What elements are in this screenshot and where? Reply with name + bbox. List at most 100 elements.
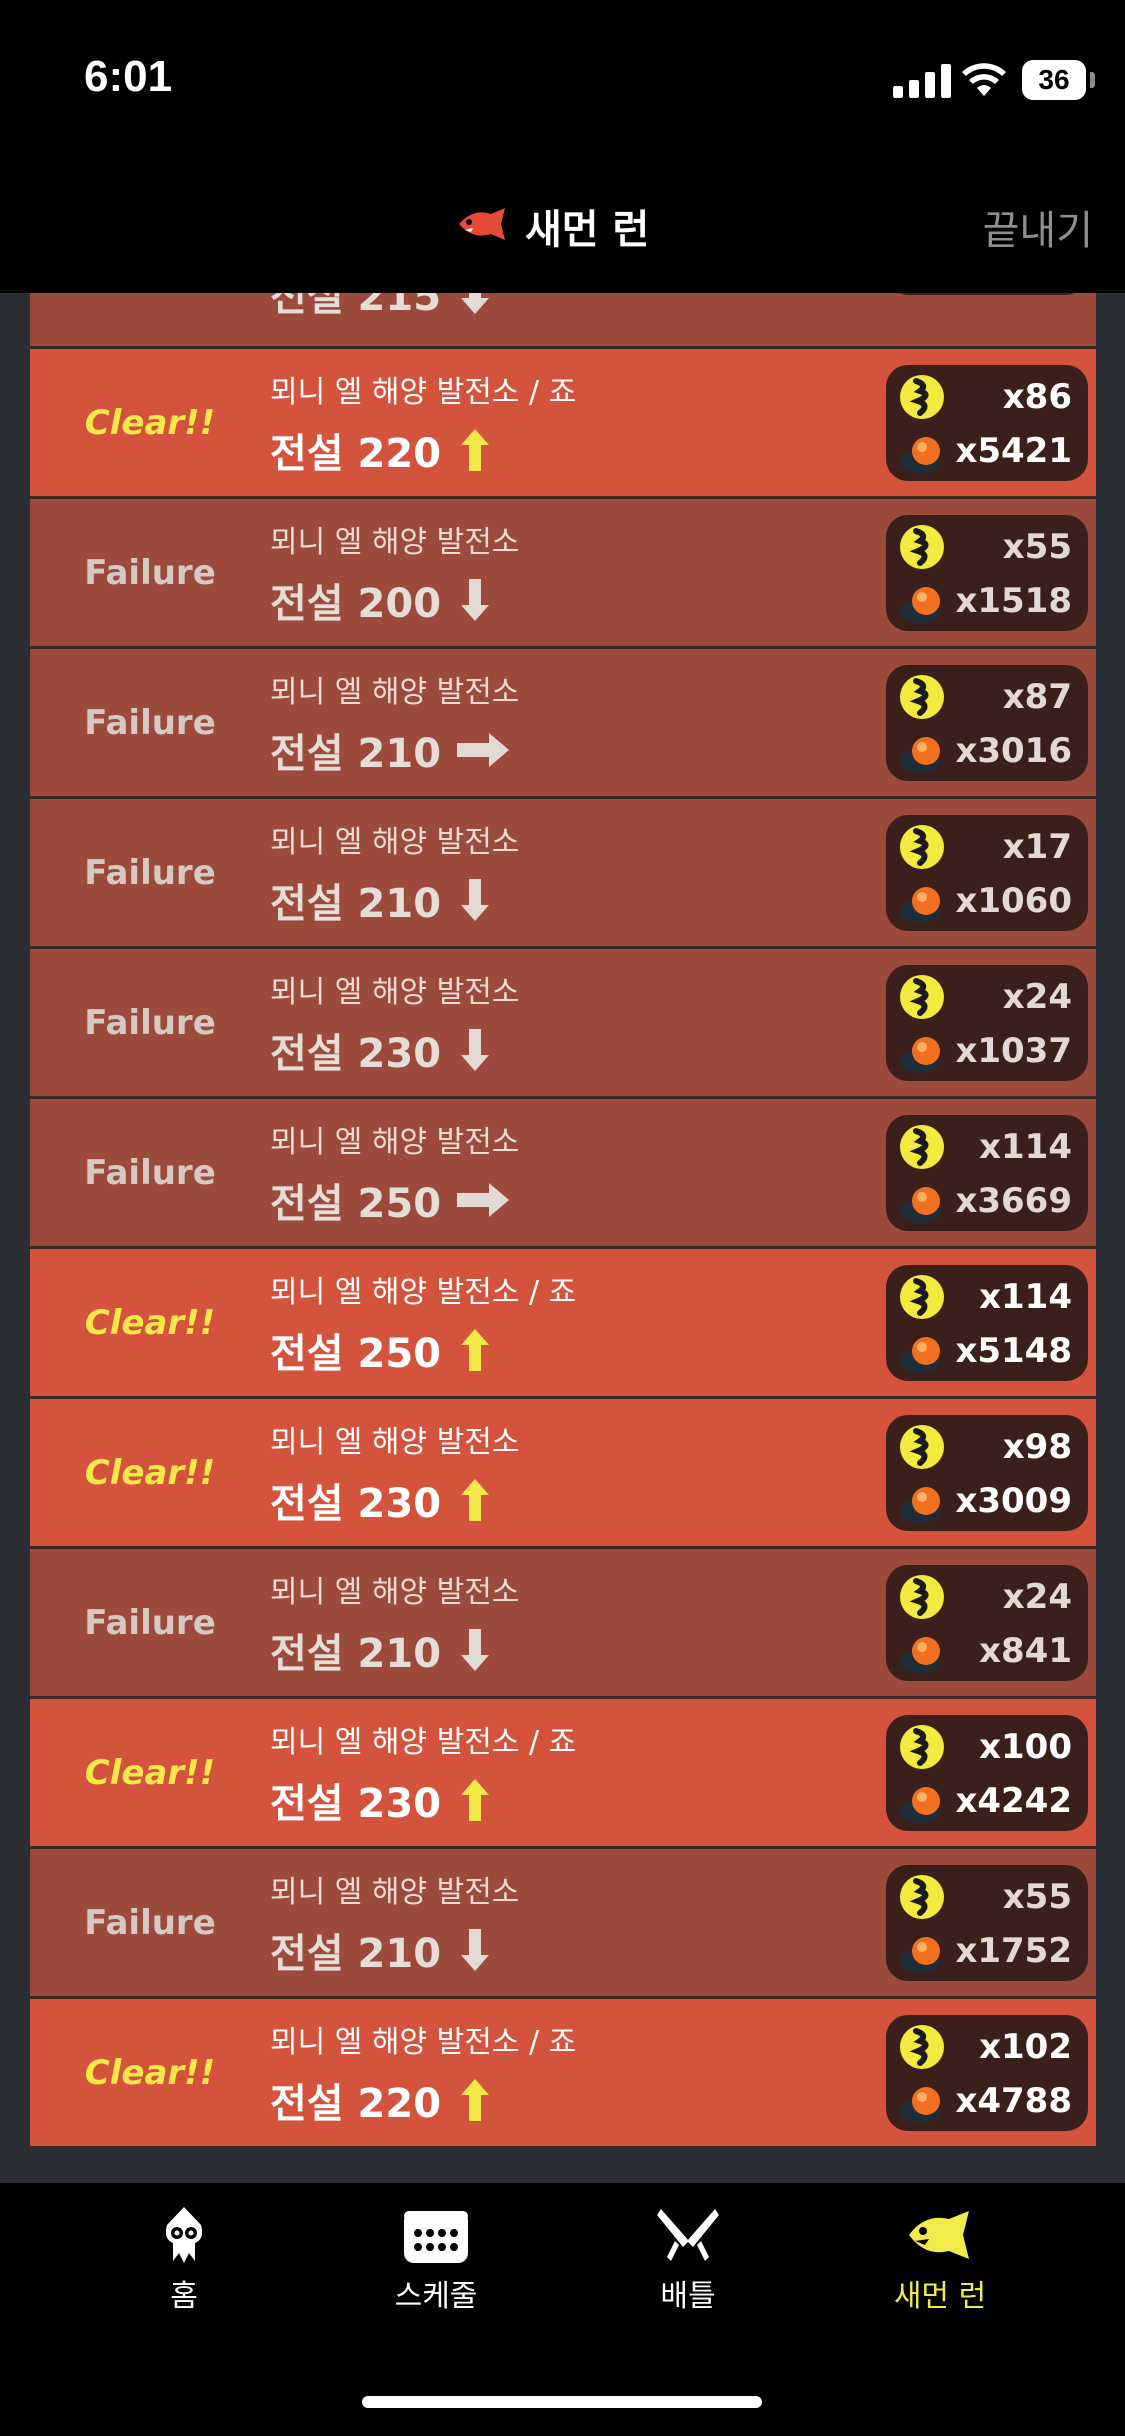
wifi-icon	[960, 58, 1008, 98]
list-item[interactable]: Failure 뫼니 엘 해양 발전소 전설 210 x87 x3016	[30, 649, 1096, 799]
golden-egg-count: x86	[1002, 377, 1072, 417]
home-indicator	[362, 2396, 762, 2408]
header-title-group: 새먼 런	[455, 200, 649, 253]
arrow-down-icon	[455, 293, 495, 316]
tab-label: 배틀	[660, 2279, 716, 2314]
tab-schedule[interactable]: 스케줄	[336, 2205, 536, 2315]
calendar-icon	[401, 2205, 471, 2265]
power-egg-count: x5421	[955, 431, 1072, 471]
results-scroll-area[interactable]: 전설 215 x1697 Clear!!뫼니 엘 해양 발전소 / 죠전설 22…	[0, 293, 1125, 2183]
list-item[interactable]: Failure 뫼니 엘 해양 발전소 전설 210 x17 x1060	[30, 799, 1096, 949]
grade-label: 전설 230	[270, 1030, 442, 1077]
tab-home[interactable]: 홈	[84, 2205, 284, 2315]
grade-label: 전설 215	[270, 293, 442, 320]
golden-egg-icon	[898, 2023, 946, 2071]
golden-egg-row: x87	[886, 669, 1088, 725]
golden-egg-icon	[898, 1123, 946, 1171]
list-item[interactable]: Failure 뫼니 엘 해양 발전소 전설 210 x55 x1752	[30, 1849, 1096, 1999]
power-egg-count: x1060	[955, 881, 1072, 921]
golden-egg-icon	[898, 373, 946, 421]
result-label: Failure	[84, 702, 216, 743]
list-item[interactable]: Failure 뫼니 엘 해양 발전소 전설 210 x24 x841	[30, 1549, 1096, 1699]
list-item[interactable]: Failure 뫼니 엘 해양 발전소 전설 230 x24 x1037	[30, 949, 1096, 1099]
results-list: 전설 215 x1697 Clear!!뫼니 엘 해양 발전소 / 죠전설 22…	[30, 293, 1096, 2183]
arrow-up-icon	[455, 427, 495, 473]
grade-label: 전설 210	[270, 1930, 442, 1977]
status-time: 6:01	[84, 52, 173, 101]
power-egg-icon	[898, 2077, 946, 2125]
power-egg-icon	[898, 1177, 946, 1225]
golden-egg-count: x24	[1002, 977, 1072, 1017]
result-label: Failure	[84, 1002, 216, 1043]
egg-counts: x55 x1752	[886, 1865, 1088, 1981]
egg-counts: x114 x5148	[886, 1265, 1088, 1381]
egg-counts: x17 x1060	[886, 815, 1088, 931]
salmon-icon	[905, 2205, 975, 2265]
golden-egg-row: x100	[886, 1719, 1088, 1775]
egg-counts: x86 x5421	[886, 365, 1088, 481]
power-egg-count: x5148	[955, 1331, 1072, 1371]
egg-counts: x55 x1518	[886, 515, 1088, 631]
list-item-partial[interactable]: 전설 215 x1697	[30, 293, 1096, 349]
egg-counts: x24 x1037	[886, 965, 1088, 1081]
golden-egg-row: x55	[886, 519, 1088, 575]
golden-egg-row: x114	[886, 1269, 1088, 1325]
power-egg-icon	[898, 427, 946, 475]
result-label: Failure	[84, 1902, 216, 1943]
power-egg-row: x841	[886, 1623, 1088, 1679]
result-label: Clear!!	[84, 1302, 216, 1343]
list-item[interactable]: Clear!! 뫼니 엘 해양 발전소 / 죠 전설 220 x86 x5421	[30, 349, 1096, 499]
golden-egg-row: x24	[886, 969, 1088, 1025]
power-egg-icon	[898, 1777, 946, 1825]
egg-counts: x87 x3016	[886, 665, 1088, 781]
golden-egg-count: x55	[1002, 1877, 1072, 1917]
golden-egg-count: x114	[979, 1277, 1072, 1317]
tab-salmon-run[interactable]: 새먼 런	[840, 2205, 1040, 2315]
golden-egg-row: x55	[886, 1869, 1088, 1925]
egg-counts: x1697	[886, 293, 1088, 295]
power-egg-icon	[898, 727, 946, 775]
egg-counts: x98 x3009	[886, 1415, 1088, 1531]
result-label: Failure	[84, 1602, 216, 1643]
power-egg-icon	[898, 1027, 946, 1075]
list-item[interactable]: Failure 뫼니 엘 해양 발전소 전설 250 x114 x3669	[30, 1099, 1096, 1249]
egg-counts: x114 x3669	[886, 1115, 1088, 1231]
power-egg-count: x3016	[955, 731, 1072, 771]
squid-icon	[149, 2205, 219, 2265]
list-item[interactable]: Failure 뫼니 엘 해양 발전소 전설 200 x55 x1518	[30, 499, 1096, 649]
golden-egg-count: x102	[979, 2027, 1072, 2067]
golden-egg-icon	[898, 523, 946, 571]
nav-header: 새먼 런 끝내기	[0, 160, 1125, 293]
golden-egg-count: x87	[1002, 677, 1072, 717]
arrow-down-icon	[455, 1627, 495, 1673]
arrow-down-icon	[455, 1027, 495, 1073]
golden-egg-icon	[898, 1873, 946, 1921]
golden-egg-row: x24	[886, 1569, 1088, 1625]
grade-label: 전설 250	[270, 1330, 442, 1377]
result-label: Clear!!	[84, 1452, 216, 1493]
tab-battle[interactable]: 배틀	[588, 2205, 788, 2315]
result-label: Failure	[84, 552, 216, 593]
grade-label: 전설 220	[270, 430, 442, 477]
close-button[interactable]: 끝내기	[983, 198, 1093, 256]
power-egg-row: x1060	[886, 873, 1088, 929]
egg-counts: x100 x4242	[886, 1715, 1088, 1831]
arrow-up-icon	[455, 1477, 495, 1523]
egg-counts: x102 x4788	[886, 2015, 1088, 2131]
list-item[interactable]: Clear!! 뫼니 엘 해양 발전소 / 죠 전설 250 x114 x5148	[30, 1249, 1096, 1399]
salmon-icon	[455, 204, 511, 248]
power-egg-icon	[898, 577, 946, 625]
power-egg-count: x1752	[955, 1931, 1072, 1971]
golden-egg-icon	[898, 1723, 946, 1771]
golden-egg-count: x55	[1002, 527, 1072, 567]
list-item[interactable]: Clear!! 뫼니 엘 해양 발전소 / 죠 전설 230 x100 x4242	[30, 1699, 1096, 1849]
list-item[interactable]: Clear!! 뫼니 엘 해양 발전소 / 죠 전설 220 x102 x4788	[30, 1999, 1096, 2149]
result-label: Failure	[84, 1152, 216, 1193]
battery-icon: 36	[1022, 60, 1086, 100]
power-egg-count: x1037	[955, 1031, 1072, 1071]
power-egg-count: x1518	[955, 581, 1072, 621]
result-label: Failure	[84, 852, 216, 893]
list-item[interactable]: Clear!! 뫼니 엘 해양 발전소 전설 230 x98 x3009	[30, 1399, 1096, 1549]
golden-egg-count: x24	[1002, 1577, 1072, 1617]
golden-egg-icon	[898, 973, 946, 1021]
